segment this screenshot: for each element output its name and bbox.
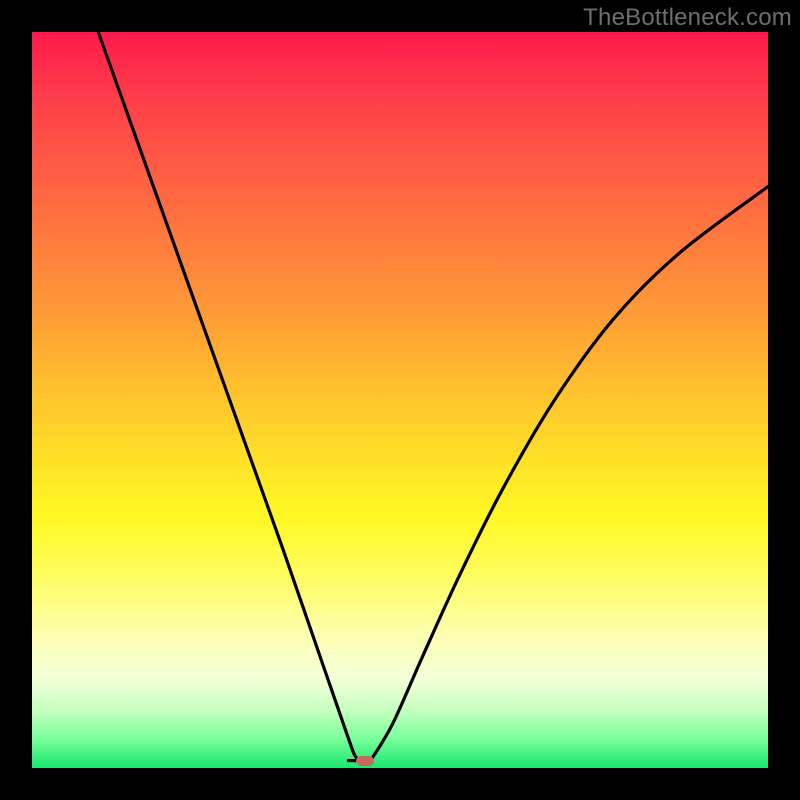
optimal-point-marker xyxy=(356,756,374,766)
curve-left-branch xyxy=(98,32,363,761)
watermark-text: TheBottleneck.com xyxy=(583,4,792,32)
plot-area xyxy=(32,32,768,768)
chart-frame: TheBottleneck.com xyxy=(0,0,800,800)
bottleneck-curve xyxy=(32,32,768,768)
curve-right-branch xyxy=(371,187,768,761)
